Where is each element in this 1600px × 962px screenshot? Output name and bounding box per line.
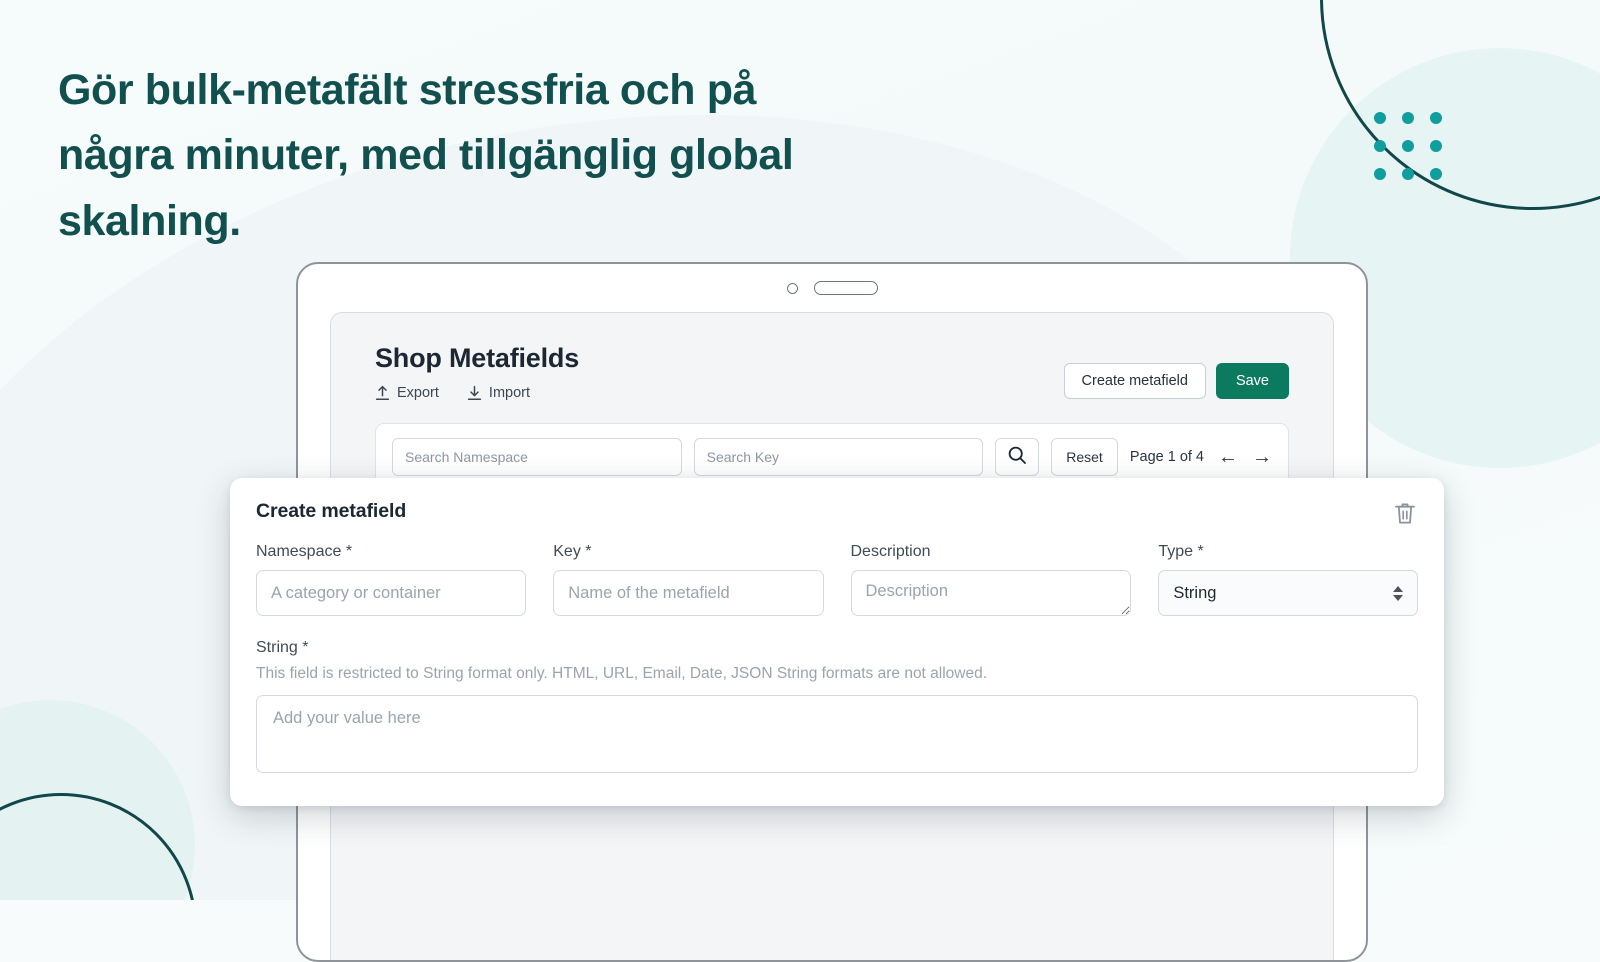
field-namespace: Namespace * [256, 543, 527, 621]
search-namespace-input[interactable] [392, 438, 682, 476]
marketing-headline: Gör bulk-metafält stressfria och på någr… [58, 66, 794, 245]
dot-icon [1402, 168, 1414, 180]
value-section-label: String * [256, 639, 309, 656]
dot-icon [1374, 168, 1386, 180]
tablet-bezel-top [298, 264, 1366, 312]
field-type: Type * String [1158, 543, 1418, 621]
key-input[interactable] [553, 570, 824, 616]
modal-header: Create metafield [256, 500, 1418, 527]
pagination: Page 1 of 4 ← → [1130, 447, 1272, 467]
dot-icon [1402, 140, 1414, 152]
modal-field-grid: Namespace * Key * Description Type * Str… [256, 543, 1418, 621]
trash-icon [1392, 503, 1418, 530]
save-button[interactable]: Save [1215, 362, 1289, 399]
label-type: Type * [1158, 543, 1204, 560]
header-button-group: Create metafield Save [1063, 362, 1289, 399]
export-action[interactable]: Export [375, 385, 439, 401]
dot-icon [1430, 168, 1442, 180]
camera-dot-icon [786, 282, 798, 294]
import-label: Import [488, 385, 531, 401]
export-label: Export [397, 385, 439, 401]
field-key: Key * [553, 543, 824, 621]
dot-icon [1430, 112, 1442, 124]
dot-icon [1374, 140, 1386, 152]
prev-page-arrow-icon[interactable]: ← [1218, 447, 1238, 467]
dot-icon [1402, 112, 1414, 124]
create-metafield-button[interactable]: Create metafield [1063, 362, 1206, 399]
import-action[interactable]: Import [467, 385, 530, 401]
page-title: Shop Metafields [375, 343, 580, 373]
modal-title: Create metafield [256, 500, 407, 522]
value-section: String * This field is restricted to Str… [256, 639, 1418, 778]
label-key: Key * [553, 543, 592, 560]
field-description: Description [850, 543, 1132, 621]
reset-button[interactable]: Reset [1051, 438, 1118, 476]
search-button[interactable] [995, 438, 1040, 476]
dot-icon [1430, 140, 1442, 152]
label-namespace: Namespace * [256, 543, 353, 560]
page-indicator: Page 1 of 4 [1129, 449, 1204, 465]
import-export-actions: Export Import [375, 385, 579, 401]
value-input[interactable] [256, 695, 1418, 773]
dot-icon [1374, 112, 1386, 124]
dot-grid-decoration [1374, 112, 1442, 180]
search-icon [1007, 445, 1027, 470]
download-arrow-icon [467, 385, 482, 401]
modal-delete-button[interactable] [1392, 500, 1418, 527]
label-description: Description [850, 543, 931, 560]
app-header: Shop Metafields Export Import Create met… [375, 343, 1289, 401]
type-select-value: String [1173, 583, 1217, 602]
upload-arrow-icon [375, 385, 390, 401]
stepper-icon [1393, 585, 1403, 601]
create-metafield-modal: Create metafield Namespace * Key * Descr… [230, 478, 1444, 806]
namespace-input[interactable] [256, 570, 527, 616]
description-input[interactable] [850, 570, 1132, 616]
speaker-pill-icon [813, 281, 878, 295]
value-section-hint: This field is restricted to String forma… [256, 665, 988, 682]
type-select[interactable]: String [1158, 570, 1418, 616]
next-page-arrow-icon[interactable]: → [1252, 447, 1272, 467]
search-key-input[interactable] [693, 438, 984, 476]
